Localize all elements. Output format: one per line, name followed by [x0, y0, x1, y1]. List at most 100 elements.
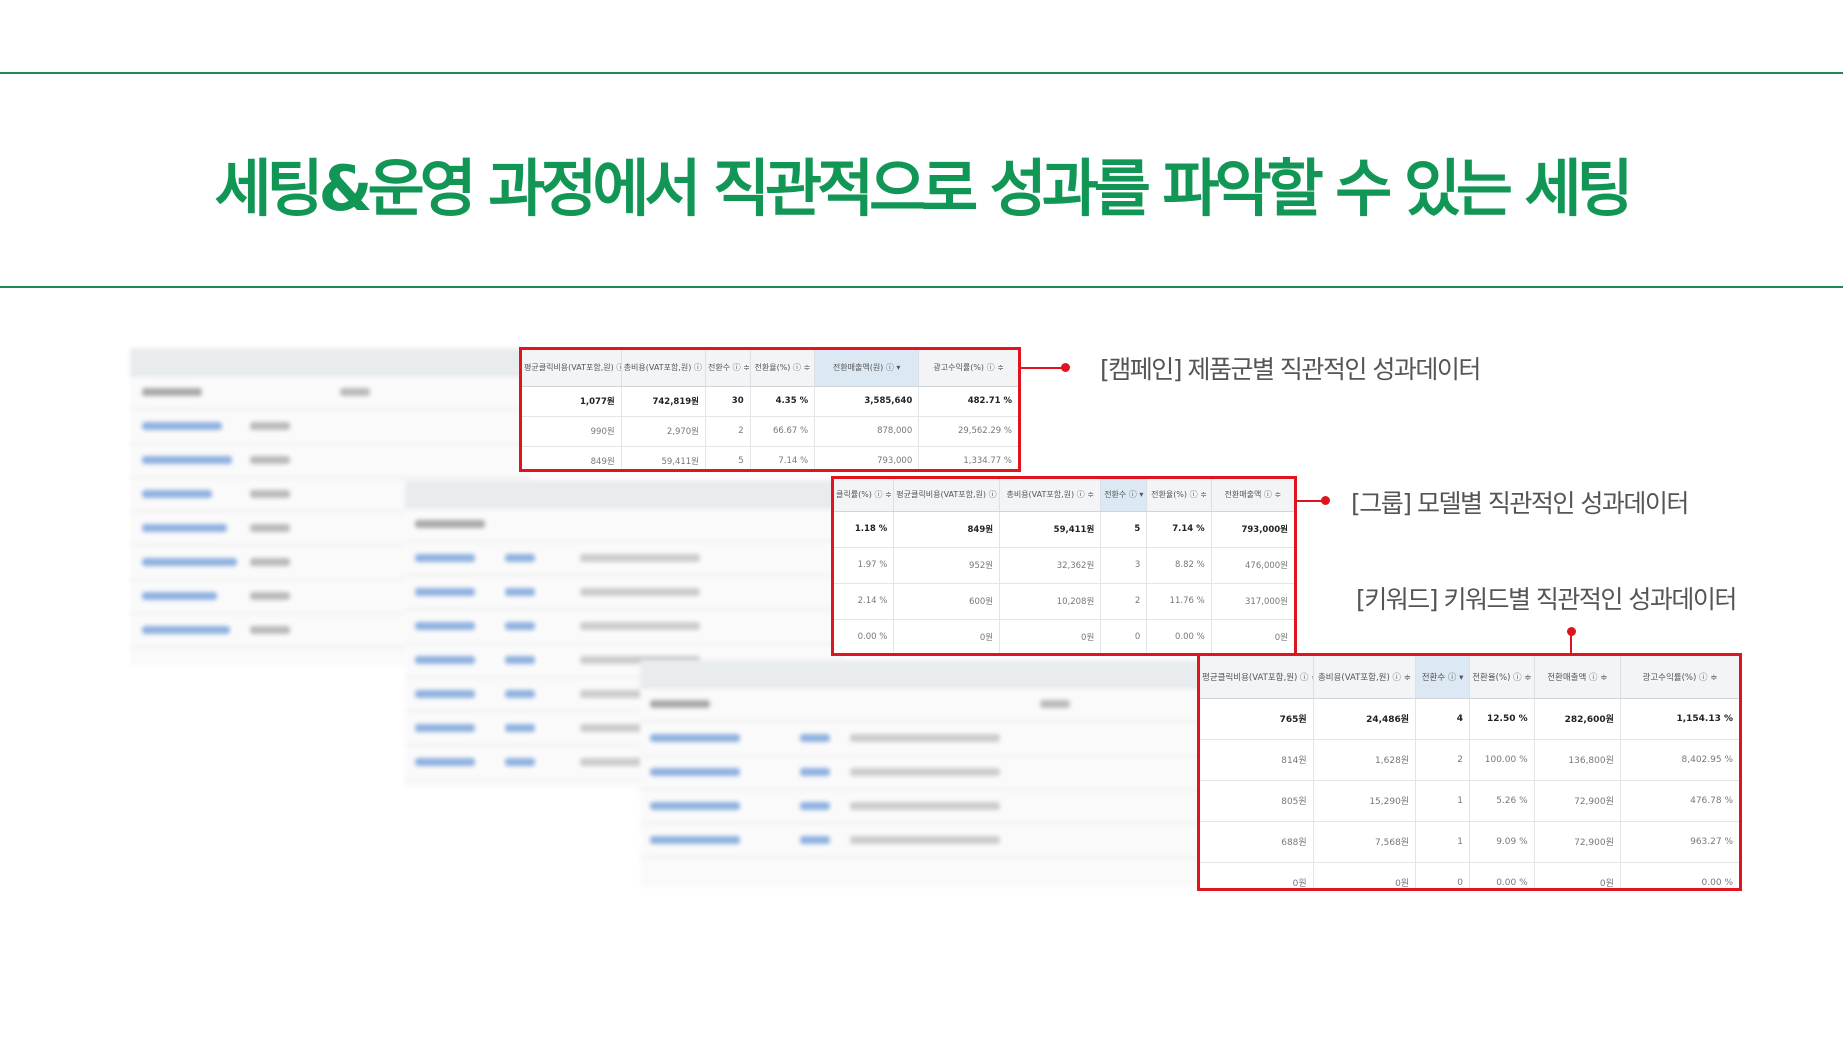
table-cell: 12.50 %	[1469, 698, 1535, 740]
table-cell: 5	[705, 446, 751, 469]
campaign-marker-dot	[1061, 363, 1070, 372]
column-header-sorted[interactable]: 전환수 ⓘ ▾	[1415, 656, 1470, 699]
table-cell: 1.97 %	[834, 547, 895, 584]
table-cell: 600원	[893, 583, 1001, 620]
column-header[interactable]: 광고수익률(%) ⓘ ≑	[1620, 656, 1739, 699]
table-cell: 0원	[999, 619, 1102, 653]
keyword-callout-label: [키워드] 키워드별 직관적인 성과데이터	[1356, 585, 1737, 614]
table-cell: 878,000	[814, 416, 920, 447]
table-cell: 11.76 %	[1146, 583, 1212, 620]
table-cell: 72,900원	[1534, 821, 1621, 863]
table-cell: 0.00 %	[1146, 619, 1212, 653]
table-cell: 805원	[1200, 780, 1314, 822]
blurred-keyword-table	[640, 660, 1200, 888]
top-divider	[0, 72, 1843, 74]
table-cell: 24,486원	[1313, 698, 1417, 740]
column-header[interactable]: 전환율(%) ⓘ ≑	[1469, 656, 1535, 699]
column-header-sorted[interactable]: 전환매출액(원) ⓘ ▾	[814, 350, 920, 387]
table-cell: 8,402.95 %	[1620, 739, 1739, 781]
column-header[interactable]: 총비용(VAT포함,원) ⓘ ≑	[621, 350, 707, 387]
table-row: 0원 0원 0 0.00 % 0원 0.00 %	[1200, 862, 1739, 888]
table-cell: 1	[1415, 780, 1470, 822]
table-cell: 2.14 %	[834, 583, 895, 620]
table-cell: 3,585,640	[814, 386, 920, 417]
table-cell: 2	[705, 416, 751, 447]
table-cell: 1,334.77 %	[918, 446, 1018, 469]
table-cell: 0.00 %	[834, 619, 895, 653]
table-cell: 849원	[893, 511, 1001, 548]
table-row: 1.97 % 952원 32,362원 3 8.82 % 476,000원	[834, 547, 1294, 584]
table-header-row: 클릭률(%) ⓘ ≑ 평균클릭비용(VAT포함,원) ⓘ ≑ 총비용(VAT포함…	[834, 479, 1294, 512]
column-header[interactable]: 광고수익률(%) ⓘ ≑	[918, 350, 1018, 387]
table-cell: 7.14 %	[1146, 511, 1212, 548]
table-cell: 742,819원	[621, 386, 707, 417]
group-marker-dot	[1321, 496, 1330, 505]
table-cell: 0	[1415, 862, 1470, 888]
table-cell: 0원	[1211, 619, 1294, 653]
table-cell: 10,208원	[999, 583, 1102, 620]
column-header[interactable]: 전환율(%) ⓘ ≑	[750, 350, 816, 387]
table-cell: 66.67 %	[750, 416, 816, 447]
column-header[interactable]: 평균클릭비용(VAT포함,원) ⓘ ≑	[1200, 656, 1314, 699]
table-cell: 0.00 %	[1469, 862, 1535, 888]
column-header[interactable]: 평균클릭비용(VAT포함,원) ⓘ ≑	[893, 479, 1001, 512]
table-cell: 793,000	[814, 446, 920, 469]
table-cell: 317,000원	[1211, 583, 1294, 620]
column-header[interactable]: 총비용(VAT포함,원) ⓘ ≑	[1313, 656, 1417, 699]
column-header[interactable]: 총비용(VAT포함,원) ⓘ ≑	[999, 479, 1102, 512]
table-cell: 5	[1100, 511, 1148, 548]
column-header[interactable]: 전환매출액 ⓘ ≑	[1211, 479, 1294, 512]
table-cell: 1,077원	[522, 386, 622, 417]
table-cell: 8.82 %	[1146, 547, 1212, 584]
table-row: 814원 1,628원 2 100.00 % 136,800원 8,402.95…	[1200, 739, 1739, 781]
page-headline: 세팅&운영 과정에서 직관적으로 성과를 파악할 수 있는 세팅	[214, 152, 1633, 225]
table-cell: 765원	[1200, 698, 1314, 740]
table-row: 990원 2,970원 2 66.67 % 878,000 29,562.29 …	[522, 416, 1018, 447]
table-cell: 100.00 %	[1469, 739, 1535, 781]
table-cell: 15,290원	[1313, 780, 1417, 822]
table-cell: 7,568원	[1313, 821, 1417, 863]
table-cell: 1.18 %	[834, 511, 895, 548]
total-row: 1.18 % 849원 59,411원 5 7.14 % 793,000원	[834, 511, 1294, 548]
table-cell: 0원	[1313, 862, 1417, 888]
column-header[interactable]: 클릭률(%) ⓘ ≑	[834, 479, 895, 512]
table-row: 688원 7,568원 1 9.09 % 72,900원 963.27 %	[1200, 821, 1739, 863]
table-cell: 482.71 %	[918, 386, 1018, 417]
table-cell: 0원	[1534, 862, 1621, 888]
table-row: 805원 15,290원 1 5.26 % 72,900원 476.78 %	[1200, 780, 1739, 822]
table-cell: 30	[705, 386, 751, 417]
table-cell: 282,600원	[1534, 698, 1621, 740]
table-cell: 32,362원	[999, 547, 1102, 584]
table-cell: 72,900원	[1534, 780, 1621, 822]
total-row: 765원 24,486원 4 12.50 % 282,600원 1,154.13…	[1200, 698, 1739, 740]
table-cell: 136,800원	[1534, 739, 1621, 781]
table-cell: 7.14 %	[750, 446, 816, 469]
table-row: 2.14 % 600원 10,208원 2 11.76 % 317,000원	[834, 583, 1294, 620]
table-cell: 476,000원	[1211, 547, 1294, 584]
group-callout-label: [그룹] 모델별 직관적인 성과데이터	[1351, 489, 1689, 518]
table-cell: 688원	[1200, 821, 1314, 863]
table-cell: 4.35 %	[750, 386, 816, 417]
column-header[interactable]: 전환수 ⓘ ≑	[705, 350, 751, 387]
group-table: 클릭률(%) ⓘ ≑ 평균클릭비용(VAT포함,원) ⓘ ≑ 총비용(VAT포함…	[831, 476, 1297, 656]
table-cell: 0원	[893, 619, 1001, 653]
column-header[interactable]: 평균클릭비용(VAT포함,원) ⓘ ≑	[522, 350, 622, 387]
table-cell: 1,628원	[1313, 739, 1417, 781]
table-cell: 0	[1100, 619, 1148, 653]
table-row: 849원 59,411원 5 7.14 % 793,000 1,334.77 %	[522, 446, 1018, 469]
table-cell: 1,154.13 %	[1620, 698, 1739, 740]
table-cell: 9.09 %	[1469, 821, 1535, 863]
table-cell: 2	[1415, 739, 1470, 781]
column-header[interactable]: 전환율(%) ⓘ ≑	[1146, 479, 1212, 512]
table-cell: 0원	[1200, 862, 1314, 888]
table-cell: 849원	[522, 446, 622, 469]
table-cell: 4	[1415, 698, 1470, 740]
table-cell: 29,562.29 %	[918, 416, 1018, 447]
campaign-callout-label: [캠페인] 제품군별 직관적인 성과데이터	[1100, 355, 1481, 384]
column-header-sorted[interactable]: 전환수 ⓘ ▾	[1100, 479, 1148, 512]
column-header[interactable]: 전환매출액 ⓘ ≑	[1534, 656, 1621, 699]
table-cell: 2,970원	[621, 416, 707, 447]
table-cell: 952원	[893, 547, 1001, 584]
table-cell: 59,411원	[999, 511, 1102, 548]
table-header-row: 평균클릭비용(VAT포함,원) ⓘ ≑ 총비용(VAT포함,원) ⓘ ≑ 전환수…	[522, 350, 1018, 387]
